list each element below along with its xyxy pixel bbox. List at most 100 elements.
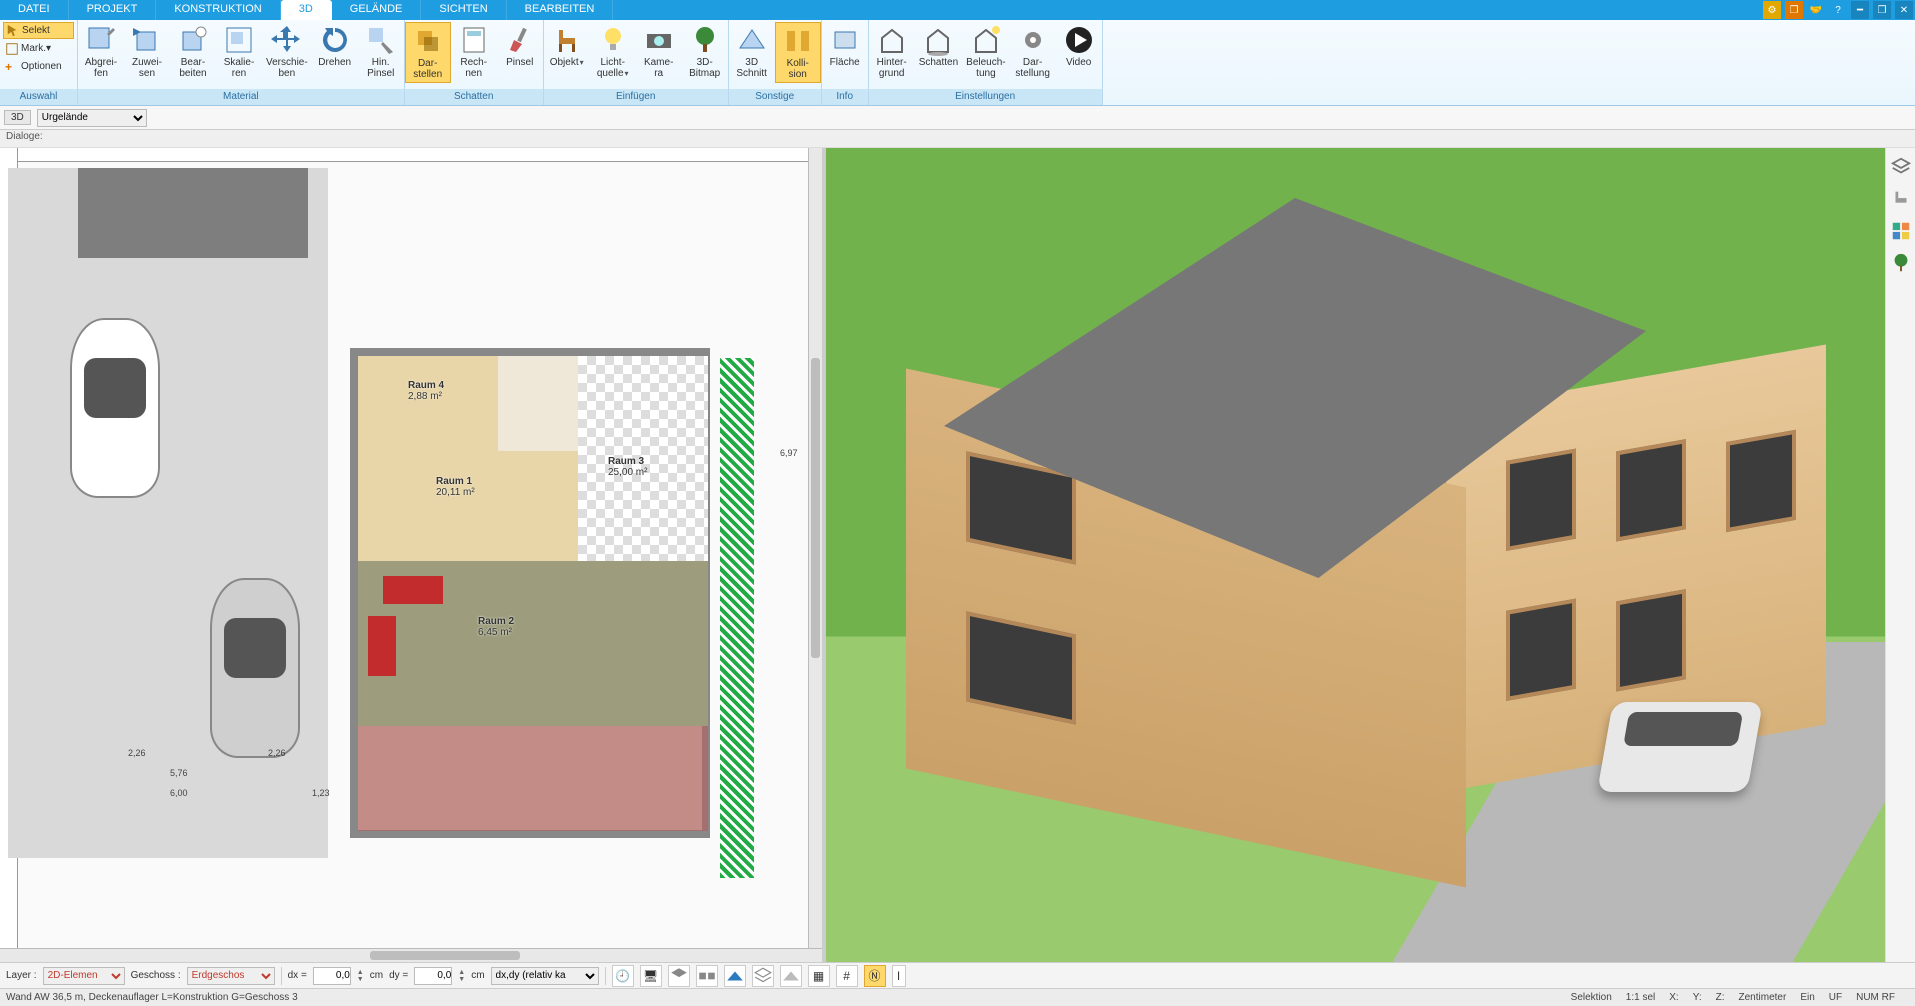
dx-input[interactable]	[313, 967, 351, 985]
gear-icon[interactable]: ⚙	[1763, 1, 1781, 19]
group-title-schatten: Schatten	[405, 89, 543, 105]
close-icon[interactable]: ✕	[1895, 1, 1913, 19]
window	[1616, 589, 1686, 691]
layer-select[interactable]: 2D-Elemen	[43, 967, 125, 985]
pinsel-button[interactable]: Pinsel	[497, 22, 543, 70]
ruler-horizontal	[0, 148, 822, 162]
dimension: 2,26	[268, 748, 286, 758]
scrollbar-vertical[interactable]	[808, 148, 822, 948]
materials-icon[interactable]	[1890, 220, 1912, 242]
handshake-icon[interactable]: 🤝	[1807, 1, 1825, 19]
coord-mode-select[interactable]: dx,dy (relativ ka	[491, 967, 599, 985]
dropper-icon	[85, 24, 117, 56]
tab-projekt[interactable]: PROJEKT	[69, 0, 157, 20]
hash-icon[interactable]: #	[836, 965, 858, 987]
spinner-down-icon[interactable]: ▼	[458, 976, 465, 983]
new-window-icon[interactable]: ❐	[1785, 1, 1803, 19]
scroll-thumb[interactable]	[811, 358, 820, 658]
video-button[interactable]: Video	[1056, 22, 1102, 70]
tab-datei[interactable]: DATEI	[0, 0, 69, 20]
dimension: 2,26	[128, 748, 146, 758]
layers-toggle-icon[interactable]	[668, 965, 690, 987]
tab-sichten[interactable]: SICHTEN	[421, 0, 506, 20]
roof-gray-icon[interactable]	[780, 965, 802, 987]
darstellung-button[interactable]: Dar- stellung	[1010, 22, 1056, 81]
spinner-up-icon[interactable]: ▲	[357, 969, 364, 976]
property-bar: Layer : 2D-Elemen Geschoss : Erdgeschos …	[0, 962, 1915, 988]
chair-icon	[551, 24, 583, 56]
3dschnitt-button[interactable]: 3D Schnitt	[729, 22, 775, 81]
flaeche-button[interactable]: Fläche	[822, 22, 868, 70]
bearbeiten-button[interactable]: Bear- beiten	[170, 22, 216, 81]
stack-icon[interactable]	[752, 965, 774, 987]
dimension: 1,23	[312, 788, 330, 798]
objekt-button[interactable]: Objekt▾	[544, 22, 590, 70]
side-panel	[1885, 148, 1915, 962]
chair-icon[interactable]	[1890, 188, 1912, 210]
hinpinsel-button[interactable]: Hin. Pinsel	[358, 22, 404, 81]
tab-3d[interactable]: 3D	[281, 0, 332, 20]
dy-input[interactable]	[414, 967, 452, 985]
restore-icon[interactable]: ❐	[1873, 1, 1891, 19]
darstellen-button[interactable]: Dar- stellen	[405, 22, 451, 83]
verschieben-button[interactable]: Verschie- ben	[262, 22, 312, 81]
select-button[interactable]: Selekt	[3, 22, 74, 39]
tree-panel-icon[interactable]	[1890, 252, 1912, 274]
tree-icon	[689, 24, 721, 56]
3dbitmap-button[interactable]: 3D- Bitmap	[682, 22, 728, 81]
minimize-icon[interactable]: ━	[1851, 1, 1869, 19]
spinner-down-icon[interactable]: ▼	[357, 976, 364, 983]
bulb-icon	[597, 24, 629, 56]
ribbon-group-einfuegen: Objekt▾ Licht- quelle▾ Kame- ra 3D- Bitm…	[544, 20, 729, 105]
zuweisen-button[interactable]: Zuwei- sen	[124, 22, 170, 81]
roof-blue-icon[interactable]	[724, 965, 746, 987]
kamera-button[interactable]: Kame- ra	[636, 22, 682, 81]
slice-icon	[736, 24, 768, 56]
layers-icon[interactable]	[1890, 156, 1912, 178]
dimension: 5,76	[170, 768, 188, 778]
cube-edit-icon	[177, 24, 209, 56]
house-shadow-icon	[922, 24, 954, 56]
group-title-einfuegen: Einfügen	[544, 89, 728, 105]
geschoss-select[interactable]: Erdgeschos	[187, 967, 275, 985]
house-light-icon	[970, 24, 1002, 56]
grid-icon[interactable]: ▦	[808, 965, 830, 987]
beleuchtung-button[interactable]: Beleuch- tung	[962, 22, 1009, 81]
2d-plan-pane[interactable]: Raum 42,88 m² Raum 120,11 m² Raum 325,00…	[0, 148, 826, 962]
status-x: X:	[1669, 992, 1678, 1003]
scroll-thumb[interactable]	[370, 951, 520, 960]
lichtquelle-button[interactable]: Licht- quelle▾	[590, 22, 636, 81]
mark-button[interactable]: Mark. ▾	[3, 40, 74, 57]
play-icon	[1063, 24, 1095, 56]
help-icon[interactable]: ?	[1829, 1, 1847, 19]
dialog-bar: Dialoge:	[0, 130, 1915, 148]
selection-column: Selekt Mark. ▾ + Optionen Auswahl	[0, 20, 78, 105]
scrollbar-horizontal[interactable]	[0, 948, 822, 962]
cubes-icon[interactable]	[696, 965, 718, 987]
skalieren-button[interactable]: Skalie- ren	[216, 22, 262, 81]
3d-view-pane[interactable]	[826, 148, 1885, 962]
monitor-icon[interactable]: 🖥	[640, 965, 662, 987]
tab-bearbeiten[interactable]: BEARBEITEN	[507, 0, 614, 20]
dimension: 6,97	[780, 448, 798, 458]
abgreifen-button[interactable]: Abgrei- fen	[78, 22, 124, 81]
status-unit: Zentimeter	[1739, 992, 1787, 1003]
caps-n-icon[interactable]: Ⓝ	[864, 965, 886, 987]
layer-label: Layer :	[6, 970, 37, 981]
options-button[interactable]: + Optionen	[3, 58, 74, 75]
hintergrund-button[interactable]: Hinter- grund	[869, 22, 915, 81]
clock-icon[interactable]: 🕘	[612, 965, 634, 987]
window	[966, 611, 1076, 724]
status-z: Z:	[1716, 992, 1725, 1003]
rechnen-button[interactable]: Rech- nen	[451, 22, 497, 81]
tab-konstruktion[interactable]: KONSTRUKTION	[156, 0, 280, 20]
drehen-button[interactable]: Drehen	[312, 22, 358, 70]
window	[1506, 449, 1576, 551]
caret-icon[interactable]: ǀ	[892, 965, 906, 987]
schatten-button[interactable]: Schatten	[915, 22, 962, 70]
spinner-up-icon[interactable]: ▲	[458, 969, 465, 976]
room-4	[358, 356, 498, 451]
kollision-button[interactable]: Kolli- sion	[775, 22, 821, 83]
terrain-select[interactable]: Urgelände	[37, 109, 147, 127]
tab-gelaende[interactable]: GELÄNDE	[332, 0, 422, 20]
